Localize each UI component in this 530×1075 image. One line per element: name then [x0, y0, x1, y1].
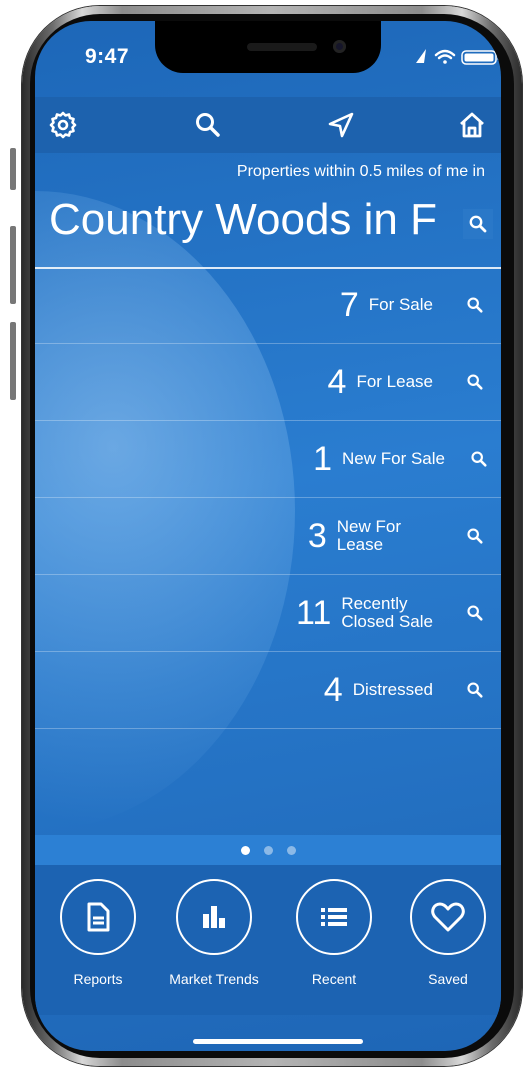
stat-row-distressed[interactable]: 4 Distressed: [35, 652, 501, 729]
stat-label-line: Recently: [341, 594, 408, 613]
search-icon: [467, 605, 483, 621]
list-icon: [321, 908, 347, 926]
battery-icon: [461, 50, 500, 65]
status-time: 9:47: [85, 45, 130, 68]
wifi-icon: [434, 49, 456, 64]
tab-icon-circle: [296, 879, 372, 955]
stat-search-button[interactable]: [461, 599, 489, 627]
stat-label: Distressed: [352, 680, 433, 699]
stat-group: 11 Recently Closed Sale: [296, 575, 433, 651]
search-icon: [467, 374, 483, 390]
settings-button[interactable]: [45, 107, 81, 143]
gear-icon: [49, 111, 77, 139]
page-indicator-strip: [35, 835, 501, 865]
app-screen: 9:47 Properties within 0.5 miles of me i…: [35, 21, 501, 1051]
stat-label: New For Sale: [342, 449, 445, 468]
heart-icon: [431, 902, 465, 932]
stat-group: 1 New For Sale: [313, 421, 445, 497]
nav-search-button[interactable]: [190, 107, 226, 143]
stat-row-for-lease[interactable]: 4 For Lease: [35, 344, 501, 421]
stat-count: 4: [327, 362, 347, 401]
stat-count: 4: [323, 670, 343, 709]
search-icon: [469, 215, 487, 233]
stat-row-for-sale[interactable]: 7 For Sale: [35, 267, 501, 344]
stat-search-button[interactable]: [461, 522, 489, 550]
location-button[interactable]: [323, 107, 359, 143]
page-dot[interactable]: [263, 845, 273, 855]
stat-search-button[interactable]: [461, 676, 489, 704]
tab-label: Saved: [428, 971, 468, 987]
stat-label: Recently Closed Sale: [341, 595, 433, 631]
tab-label: Reports: [73, 971, 123, 987]
stat-search-button[interactable]: [465, 445, 493, 473]
area-title: Country Woods in F: [49, 195, 438, 244]
stat-label: For Lease: [356, 372, 433, 391]
stat-count: 3: [307, 516, 327, 555]
search-icon: [471, 451, 487, 467]
tab-recent[interactable]: Recent: [279, 879, 389, 987]
bottom-tab-bar: Reports Market Trends Recent Saved: [35, 865, 501, 1015]
stat-count: 7: [339, 285, 359, 324]
stat-group: 7 For Sale: [340, 267, 433, 343]
speaker: [247, 43, 317, 51]
tab-reports[interactable]: Reports: [43, 879, 153, 987]
location-arrow-icon: [328, 112, 354, 138]
page-dot[interactable]: [286, 845, 296, 855]
bar-chart-icon: [203, 906, 225, 928]
stat-label-line: Lease: [336, 535, 384, 554]
stat-row-recently-closed-sale[interactable]: 11 Recently Closed Sale: [35, 575, 501, 652]
stat-group: 3 New For Lease: [308, 498, 401, 574]
home-indicator: [193, 1039, 363, 1044]
tab-saved[interactable]: Saved: [393, 879, 501, 987]
search-icon: [467, 528, 483, 544]
notch: [155, 21, 381, 73]
title-row: Country Woods in F: [35, 195, 501, 259]
search-icon: [196, 113, 220, 137]
page-dots: [35, 835, 501, 865]
phone-volume-up: [10, 226, 16, 304]
top-nav-bar: [35, 97, 501, 153]
stat-search-button[interactable]: [461, 368, 489, 396]
stat-search-button[interactable]: [461, 291, 489, 319]
phone-side-button: [10, 148, 16, 190]
document-icon: [87, 902, 110, 932]
search-icon: [467, 297, 483, 313]
location-subtitle: Properties within 0.5 miles of me in: [236, 163, 485, 180]
tab-icon-circle: [60, 879, 136, 955]
tab-icon-circle: [176, 879, 252, 955]
stat-count: 11: [296, 593, 332, 632]
stat-label: New For Lease: [337, 518, 401, 554]
home-button[interactable]: [454, 107, 490, 143]
stat-label-line: New For: [336, 517, 401, 536]
title-search-button[interactable]: [463, 209, 493, 239]
tab-label: Recent: [311, 971, 357, 987]
stat-label: For Sale: [368, 295, 433, 314]
tab-market-trends[interactable]: Market Trends: [159, 879, 269, 987]
stat-group: 4 For Lease: [328, 344, 433, 420]
stat-label-line: Closed Sale: [341, 612, 433, 631]
camera: [333, 40, 346, 53]
location-status-icon: [416, 49, 426, 63]
page-dot-active[interactable]: [240, 845, 250, 855]
stat-row-new-for-lease[interactable]: 3 New For Lease: [35, 498, 501, 575]
home-icon: [460, 112, 484, 138]
stat-row-new-for-sale[interactable]: 1 New For Sale: [35, 421, 501, 498]
tab-icon-circle: [410, 879, 486, 955]
stat-group: 4 Distressed: [324, 652, 433, 728]
status-indicators: [416, 49, 500, 65]
phone-volume-down: [10, 322, 16, 400]
tab-label: Market Trends: [169, 971, 259, 987]
search-icon: [467, 682, 483, 698]
stat-count: 1: [313, 439, 333, 478]
